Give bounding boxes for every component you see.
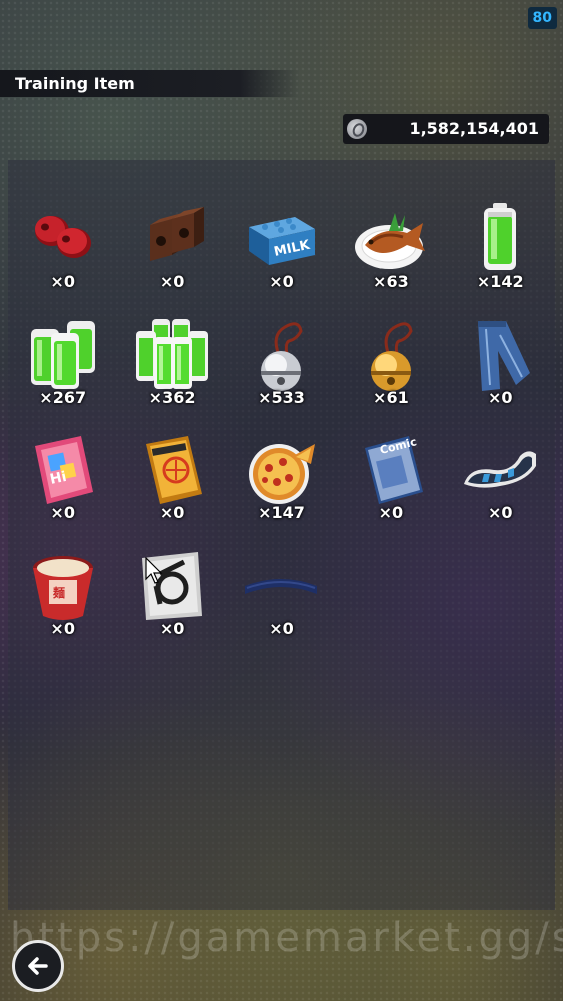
brick-weights-icon: [132, 199, 212, 279]
item-slot[interactable]: ×0: [8, 195, 117, 311]
page-title: Training Item: [15, 74, 135, 93]
item-slot[interactable]: ×0: [446, 426, 555, 542]
item-slot[interactable]: ×267: [8, 311, 117, 427]
svg-text:Hi: Hi: [48, 469, 67, 488]
item-quantity: ×362: [148, 387, 196, 407]
pizza-icon: [241, 430, 321, 510]
currency-display: 1,582,154,401: [343, 114, 549, 144]
shoe-insole-icon: [460, 430, 540, 510]
item-slot[interactable]: ×0: [446, 311, 555, 427]
orange-magazine-icon: [132, 430, 212, 510]
item-slot[interactable]: Comic ×0: [336, 426, 445, 542]
item-quantity: ×0: [378, 503, 404, 523]
red-weights-icon: [23, 199, 103, 279]
item-slot[interactable]: ×142: [446, 195, 555, 311]
item-quantity: ×533: [258, 387, 305, 407]
item-quantity: ×0: [487, 503, 513, 523]
instant-noodle-cup-icon: 麺: [23, 546, 103, 626]
battery-bundle-icon: [132, 315, 212, 395]
item-slot[interactable]: ×0: [117, 195, 226, 311]
watermark: https://gamemarket.gg/seller/: [10, 915, 563, 961]
item-quantity: ×0: [50, 619, 75, 639]
item-quantity: ×267: [39, 387, 87, 407]
headband-icon: [241, 546, 321, 626]
silver-bell-icon: [241, 315, 321, 395]
item-quantity: ×0: [50, 272, 75, 291]
coin-icon: [347, 119, 367, 139]
mouse-pointer-icon: [145, 557, 163, 584]
back-button[interactable]: [12, 940, 64, 992]
item-slot[interactable]: ×0: [117, 542, 226, 658]
item-slot[interactable]: ×61: [336, 311, 445, 427]
item-slot[interactable]: ×63: [336, 195, 445, 311]
item-slot[interactable]: ×147: [227, 426, 336, 542]
item-slot[interactable]: ×533: [227, 311, 336, 427]
item-slot[interactable]: Hi ×0: [8, 426, 117, 542]
back-arrow-icon: [28, 957, 48, 975]
fish-dish-icon: [351, 199, 431, 279]
item-slot[interactable]: 麺 ×0: [8, 542, 117, 658]
svg-text:麺: 麺: [52, 585, 65, 600]
comic-book-icon: Comic: [351, 430, 431, 510]
item-quantity: ×0: [50, 503, 75, 523]
jeans-icon: [460, 315, 540, 395]
currency-amount: 1,582,154,401: [409, 119, 539, 138]
gold-bell-icon: [351, 315, 431, 395]
item-slot[interactable]: ×0: [117, 426, 226, 542]
item-quantity: ×0: [159, 272, 185, 291]
battery-icon: [460, 199, 540, 279]
item-quantity: ×142: [476, 272, 524, 291]
battery-pack-icon: [23, 315, 103, 395]
item-quantity: ×0: [159, 503, 185, 523]
item-quantity: ×0: [269, 272, 294, 291]
item-quantity: ×63: [373, 272, 409, 291]
item-slot[interactable]: MILK ×0: [227, 195, 336, 311]
milk-crate-icon: MILK: [241, 199, 321, 279]
pink-magazine-icon: Hi: [23, 430, 103, 510]
item-slot[interactable]: ×362: [117, 311, 226, 427]
item-grid: ×0 ×0 MILK ×0 ×63 ×142 ×267 ×362 ×533 ×6…: [8, 195, 555, 658]
item-quantity: ×0: [487, 387, 513, 407]
item-quantity: ×147: [258, 503, 305, 523]
title-bar: Training Item: [0, 70, 300, 97]
item-quantity: ×0: [269, 619, 294, 639]
item-slot[interactable]: ×0: [227, 542, 336, 658]
level-badge: 80: [527, 7, 557, 29]
item-quantity: ×61: [373, 387, 409, 407]
item-quantity: ×0: [159, 619, 185, 639]
